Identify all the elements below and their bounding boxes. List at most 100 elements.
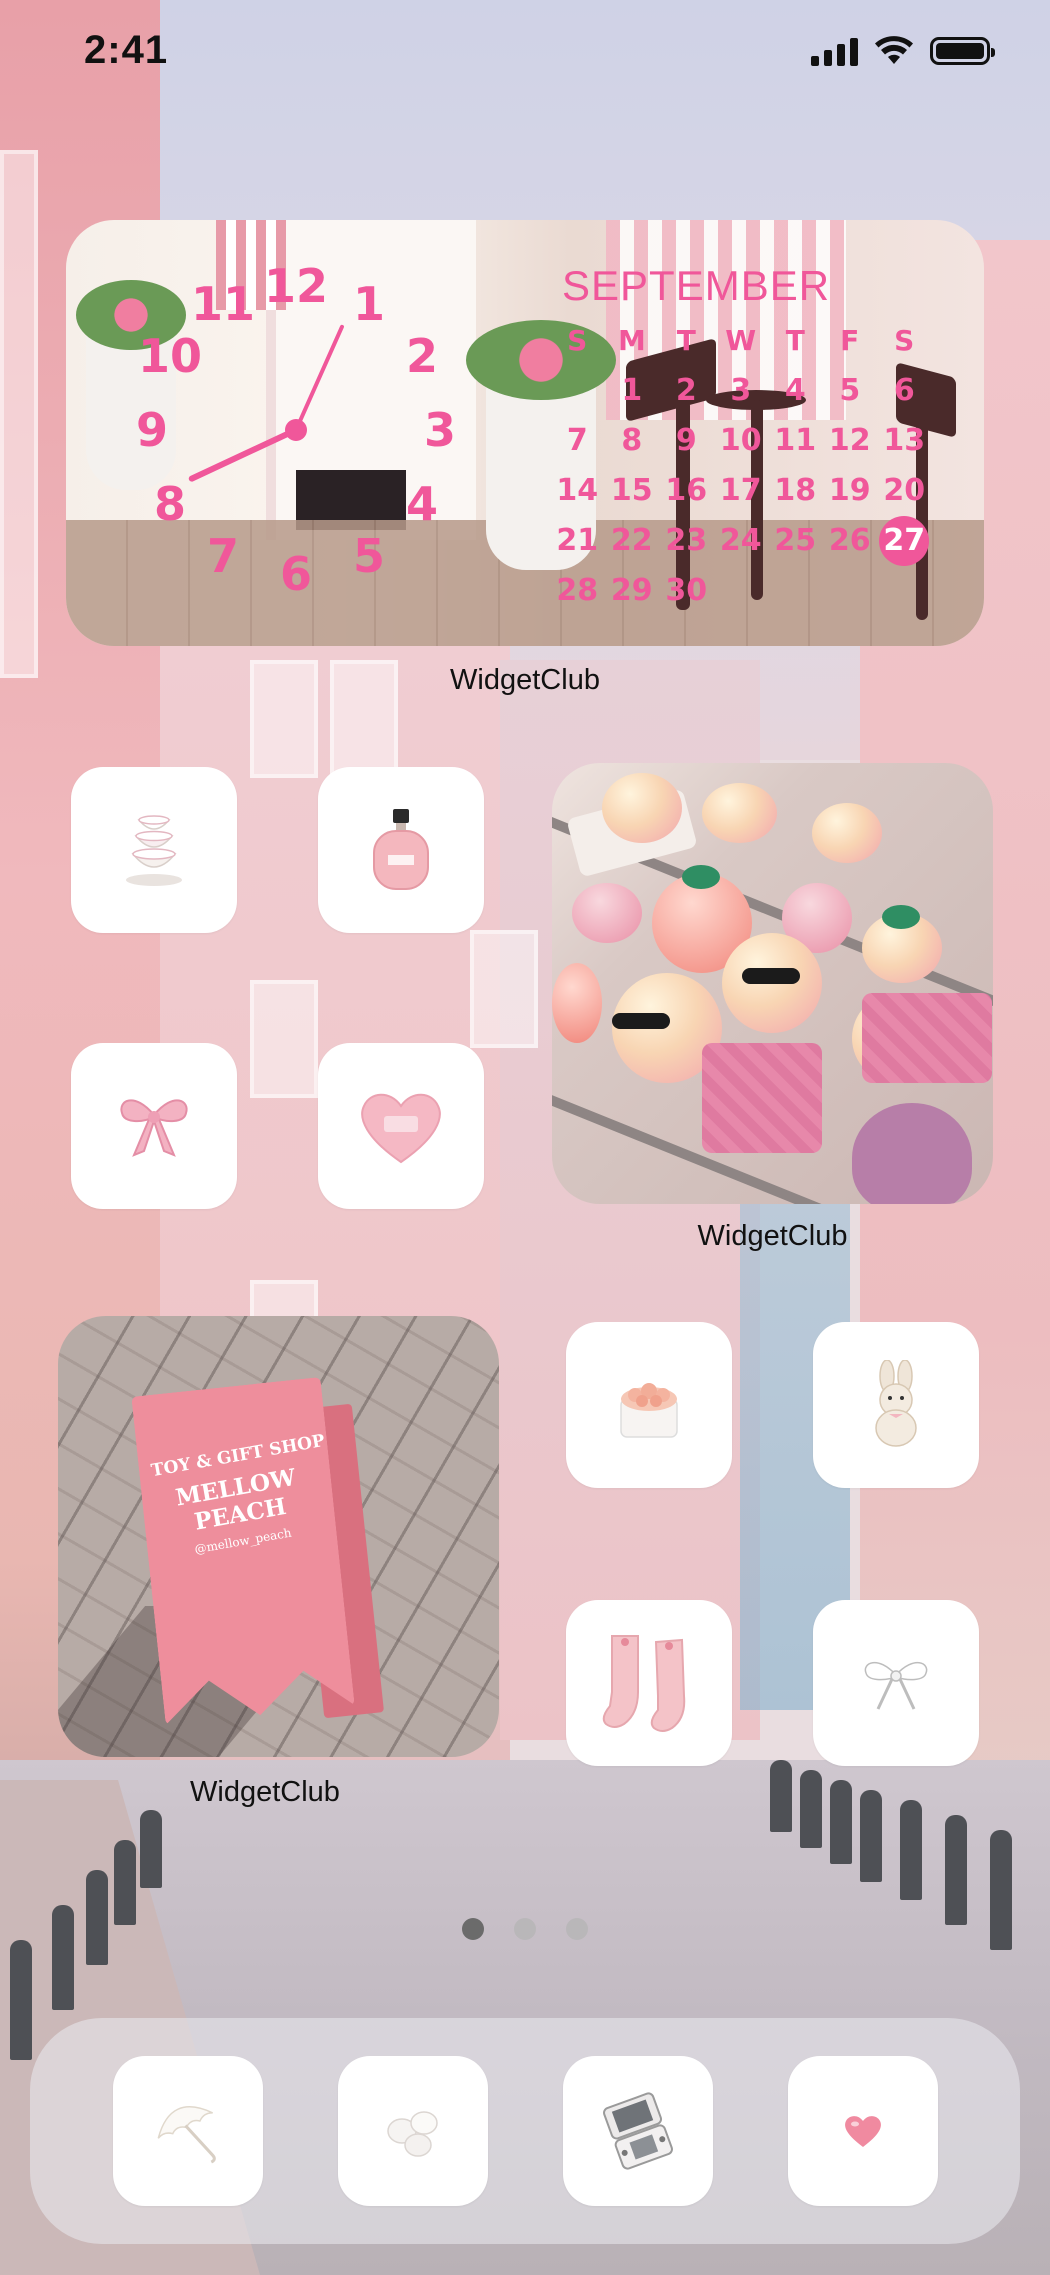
calendar-day: 9 <box>675 423 697 458</box>
cellular-signal-icon <box>811 36 858 66</box>
pink-cake <box>702 1043 822 1153</box>
calendar-day: 28 <box>556 573 599 608</box>
calendar-day: 2 <box>675 373 697 408</box>
calendar-day: 1 <box>621 373 643 408</box>
peach-leaf <box>882 905 920 929</box>
calendar-day: 30 <box>665 573 708 608</box>
clock-number: 3 <box>423 403 457 457</box>
widget-label: WidgetClub <box>190 1776 340 1808</box>
console-app[interactable] <box>563 2056 713 2206</box>
calendar-day: 6 <box>893 373 915 408</box>
marshmallow-icon <box>387 2111 438 2157</box>
white-bow-icon <box>864 1662 928 1710</box>
socks-app[interactable] <box>566 1600 732 1766</box>
clock-number: 2 <box>405 329 439 383</box>
calendar-day: 26 <box>828 523 871 558</box>
heart-app[interactable] <box>788 2056 938 2206</box>
page-indicator[interactable] <box>0 1918 1050 1940</box>
small-heart-icon <box>845 2116 881 2147</box>
widget-label: WidgetClub <box>450 664 600 696</box>
peach-dessert <box>602 773 682 843</box>
calendar-day: 18 <box>774 473 817 508</box>
teacups-app[interactable] <box>71 767 237 933</box>
calendar-weekday: S <box>567 324 588 357</box>
calendar-day: 25 <box>774 523 817 558</box>
bollard <box>10 1940 32 2060</box>
calendar-day: 12 <box>828 423 871 458</box>
perfume-app[interactable] <box>318 767 484 933</box>
clock-number: 5 <box>352 529 386 583</box>
calendar-day: 19 <box>828 473 871 508</box>
pink-cake <box>862 993 992 1083</box>
bollard <box>140 1810 162 1888</box>
clock-number: 1 <box>352 277 386 331</box>
calendar-day: 16 <box>665 473 708 508</box>
bollard <box>800 1770 822 1848</box>
clock-calendar-widget[interactable]: 12 1 2 3 4 5 6 7 8 9 10 11 SEPTEMBER SMT… <box>66 220 984 646</box>
calendar-weekday: M <box>617 324 646 357</box>
clock-center <box>285 419 307 441</box>
calendar-weekday: T <box>785 324 805 357</box>
wallpaper-window <box>250 980 318 1098</box>
calendar-empty-cell <box>714 566 769 616</box>
clock-number: 7 <box>206 529 240 583</box>
calendar-empty-cell <box>877 566 932 616</box>
clock-number: 11 <box>190 277 256 331</box>
bunny-app[interactable] <box>813 1322 979 1488</box>
bollard <box>830 1780 852 1864</box>
wifi-icon <box>875 36 913 64</box>
page-dot[interactable] <box>566 1918 588 1940</box>
peach-dessert <box>702 783 777 843</box>
calendar-grid: S M T W T F S 1 2 3 4 5 6 7 8 9 10 11 12 13 14 15 16 17 18 19 20 21… <box>550 316 932 616</box>
calendar-day: 5 <box>839 373 861 408</box>
photo-widget-shop-sign[interactable]: TOY & GIFT SHOP MELLOW PEACH @mellow_pea… <box>58 1316 499 1757</box>
calendar-day: 8 <box>621 423 643 458</box>
calendar-day: 13 <box>883 423 926 458</box>
wallpaper-window <box>470 930 538 1048</box>
calendar-weekday: S <box>894 324 915 357</box>
calendar-day: 3 <box>730 373 752 408</box>
clock-number: 6 <box>279 547 313 601</box>
calendar-weekday: T <box>676 324 696 357</box>
bollard <box>945 1815 967 1925</box>
page-dot[interactable] <box>462 1918 484 1940</box>
pink-bow-icon <box>120 1099 188 1157</box>
calendar-day: 11 <box>774 423 817 458</box>
umbrella-app[interactable] <box>113 2056 263 2206</box>
clock-number: 12 <box>263 259 329 313</box>
bollard <box>860 1790 882 1882</box>
calendar-empty-cell <box>768 566 823 616</box>
page-dot[interactable] <box>514 1918 536 1940</box>
bollard <box>114 1840 136 1925</box>
calendar-weekday: W <box>725 324 757 357</box>
calendar-day: 27 <box>883 523 926 558</box>
sunglasses-decor <box>742 968 800 984</box>
lace-umbrella-icon <box>157 2106 216 2164</box>
peach-leaf <box>682 865 720 889</box>
dock <box>30 2018 1020 2244</box>
clock-number: 10 <box>137 329 203 383</box>
peach-dessert <box>572 883 642 943</box>
clock-number: 9 <box>135 403 169 457</box>
white-bow-app[interactable] <box>813 1600 979 1766</box>
peach-dessert <box>812 803 882 863</box>
photo-widget-peach-desserts[interactable] <box>552 763 993 1204</box>
heart-pillow-app[interactable] <box>318 1043 484 1209</box>
bollard <box>900 1800 922 1900</box>
rose-box-icon <box>620 1383 678 1438</box>
roses-box-app[interactable] <box>566 1322 732 1488</box>
status-time: 2:41 <box>84 28 169 72</box>
calendar-day: 4 <box>784 373 806 408</box>
wallpaper-window <box>0 150 38 678</box>
status-icons <box>811 36 995 66</box>
heart-pillow-icon <box>361 1093 441 1164</box>
perfume-bottle-icon <box>373 809 429 890</box>
calendar-day: 24 <box>719 523 762 558</box>
clock-number: 4 <box>405 477 439 531</box>
bow-app[interactable] <box>71 1043 237 1209</box>
calendar-day: 14 <box>556 473 599 508</box>
sunglasses-decor <box>612 1013 670 1029</box>
calendar-day: 17 <box>719 473 762 508</box>
marshmallow-app[interactable] <box>338 2056 488 2206</box>
purple-handbag <box>852 1103 972 1204</box>
